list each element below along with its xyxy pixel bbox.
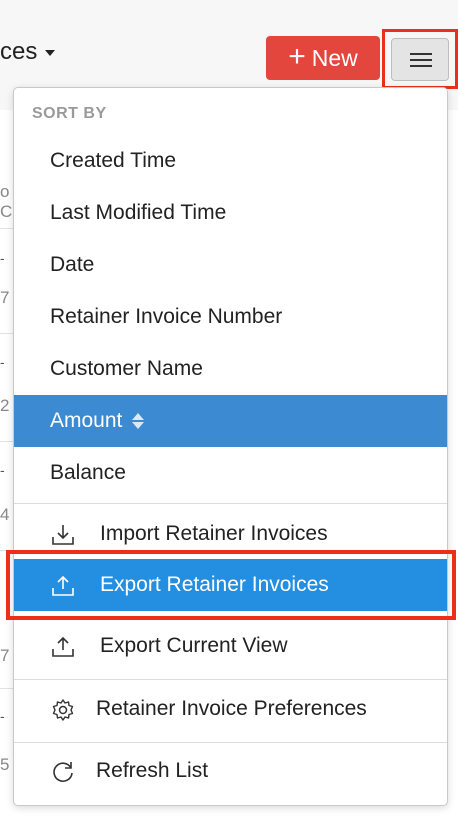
action-label: Import Retainer Invoices — [100, 522, 328, 545]
partial-column-header: o C — [0, 182, 13, 221]
sort-option-amount[interactable]: Amount — [14, 395, 447, 447]
background-list: o C - 7 - 2 - 4 7 - 5 — [0, 110, 14, 816]
action-label: Export Current View — [100, 634, 288, 657]
refresh-list-item[interactable]: Refresh List — [14, 745, 447, 797]
sort-option-balance[interactable]: Balance — [14, 447, 447, 499]
list-mark: - — [0, 354, 5, 370]
chevron-down-icon — [45, 49, 56, 56]
sort-option-label: Last Modified Time — [50, 201, 227, 224]
new-button[interactable]: + New — [266, 36, 380, 80]
list-item: 5 — [0, 755, 10, 774]
list-mark: - — [0, 708, 5, 724]
sort-option-label: Amount — [50, 409, 123, 432]
action-label: Retainer Invoice Preferences — [96, 697, 367, 720]
menu-divider — [14, 503, 447, 504]
retainer-invoice-preferences-item[interactable]: Retainer Invoice Preferences — [14, 683, 447, 735]
sort-option-date[interactable]: Date — [14, 239, 447, 291]
sort-option-customer-name[interactable]: Customer Name — [14, 343, 447, 395]
list-divider — [0, 333, 14, 334]
sort-direction-icon — [132, 412, 145, 430]
list-item: 2 — [0, 396, 10, 415]
action-label: Refresh List — [96, 759, 209, 782]
export-current-view-item[interactable]: Export Current View — [14, 620, 447, 672]
more-options-button[interactable] — [391, 38, 449, 81]
list-item: 7 — [0, 646, 10, 665]
sort-option-retainer-invoice-number[interactable]: Retainer Invoice Number — [14, 291, 447, 343]
list-mark: - — [0, 250, 5, 266]
sort-option-label: Retainer Invoice Number — [50, 305, 283, 328]
hamburger-icon — [410, 53, 432, 67]
sort-option-last-modified-time[interactable]: Last Modified Time — [14, 187, 447, 239]
new-button-label: New — [311, 44, 358, 71]
import-icon — [52, 525, 74, 545]
plus-icon: + — [288, 39, 306, 73]
export-view-icon — [52, 636, 74, 657]
export-item-highlight — [6, 550, 456, 620]
list-divider — [0, 228, 14, 229]
menu-divider — [14, 742, 447, 743]
sort-option-label: Date — [50, 253, 95, 276]
sort-and-actions-dropdown: SORT BY Created Time Last Modified Time … — [13, 87, 448, 806]
menu-divider — [14, 679, 447, 680]
sort-by-heading: SORT BY — [32, 105, 107, 122]
view-selector[interactable]: ces — [0, 38, 56, 66]
gear-icon — [52, 699, 74, 721]
sort-option-created-time[interactable]: Created Time — [14, 135, 447, 187]
view-title: ces — [0, 38, 38, 65]
refresh-icon — [53, 762, 73, 782]
sort-option-label: Balance — [50, 461, 126, 484]
list-item: 4 — [0, 505, 10, 524]
list-divider — [0, 441, 14, 442]
sort-option-label: Created Time — [50, 149, 177, 172]
list-item: 7 — [0, 288, 10, 307]
sort-option-label: Customer Name — [50, 357, 203, 380]
list-mark: - — [0, 462, 5, 478]
list-divider — [0, 688, 14, 689]
